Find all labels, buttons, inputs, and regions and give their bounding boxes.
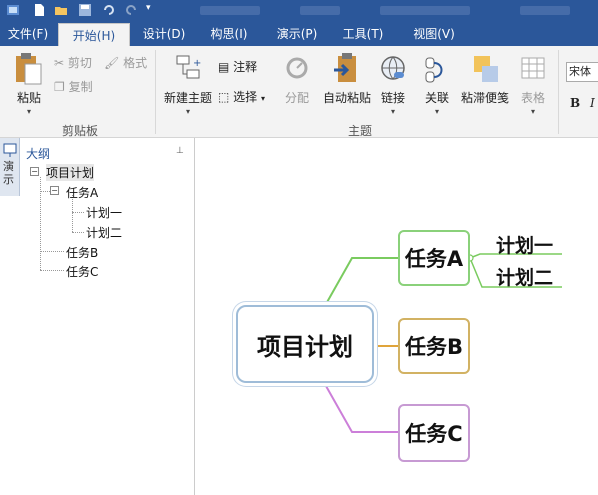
tab-tools[interactable]: 工具(T) bbox=[334, 22, 392, 46]
collapse-toggle-icon[interactable]: − bbox=[50, 186, 59, 195]
table-dropdown-icon[interactable]: ▾ bbox=[514, 108, 552, 116]
select-button[interactable]: ⬚ 选择 ▾ bbox=[218, 88, 265, 105]
title-blur bbox=[380, 6, 470, 15]
sticky-note-icon bbox=[474, 56, 498, 82]
table-icon bbox=[521, 57, 545, 79]
subtopic-plan-2[interactable]: 计划二 bbox=[496, 263, 553, 290]
auto-paste-icon bbox=[334, 53, 356, 82]
svg-text:+: + bbox=[193, 58, 201, 69]
topic-group-label: 主题 bbox=[347, 124, 372, 138]
auto-paste-label: 自动粘贴 bbox=[322, 91, 371, 105]
table-label: 表格 bbox=[520, 91, 545, 105]
paste-icon bbox=[16, 53, 42, 85]
copy-button[interactable]: ❐ 复制 bbox=[54, 78, 93, 95]
tree-node-plan-2[interactable]: 计划二 bbox=[86, 224, 122, 241]
note-icon: ▤ bbox=[218, 60, 230, 74]
presentation-vertical-tab[interactable]: 演示 bbox=[0, 138, 20, 196]
ribbon-tab-bar: 文件(F) 开始(H) 设计(D) 构思(I) 演示(P) 工具(T) 视图(V… bbox=[0, 22, 598, 46]
relation-label: 关联 bbox=[424, 91, 449, 105]
paste-button[interactable]: 粘贴 ▾ bbox=[10, 52, 48, 116]
quick-access-dropdown-icon[interactable]: ▾ bbox=[146, 3, 151, 13]
tree-line bbox=[72, 212, 84, 213]
format-label: 格式 bbox=[123, 56, 148, 70]
tree-line bbox=[40, 251, 64, 252]
outline-title: 大纲 bbox=[26, 147, 51, 161]
font-name-select[interactable]: 宋体 bbox=[566, 62, 598, 82]
tree-line bbox=[40, 270, 64, 271]
main-topic-a[interactable]: 任务A bbox=[398, 230, 470, 286]
tab-home[interactable]: 开始(H) bbox=[58, 23, 130, 46]
undo-icon[interactable] bbox=[102, 3, 116, 17]
redo-icon[interactable] bbox=[124, 3, 138, 17]
copy-icon: ❐ bbox=[54, 80, 65, 94]
tree-node-task-b[interactable]: 任务B bbox=[66, 244, 98, 261]
select-label: 选择 bbox=[233, 90, 258, 104]
title-bar: ▾ bbox=[0, 0, 598, 22]
note-button[interactable]: ▤ 注释 bbox=[218, 58, 257, 75]
tab-view[interactable]: 视图(V) bbox=[404, 22, 464, 46]
tree-node-root[interactable]: 项目计划 bbox=[46, 164, 95, 181]
link-dropdown-icon[interactable]: ▾ bbox=[376, 108, 410, 116]
tree-node-task-a[interactable]: 任务A bbox=[66, 184, 98, 201]
pin-icon[interactable]: ⊥ bbox=[176, 146, 184, 156]
app-logo-icon bbox=[7, 5, 19, 15]
select-dropdown-icon[interactable]: ▾ bbox=[261, 94, 265, 103]
new-topic-button[interactable]: + 新建主题 ▾ bbox=[162, 52, 214, 116]
relation-icon bbox=[425, 57, 443, 83]
open-folder-icon[interactable] bbox=[54, 3, 68, 17]
format-painter-button[interactable]: 🖌 格式 bbox=[104, 54, 147, 71]
tree-line bbox=[40, 191, 50, 192]
italic-button[interactable]: I bbox=[590, 96, 595, 110]
split-button[interactable]: 分配 bbox=[280, 52, 314, 106]
cut-label: 剪切 bbox=[67, 56, 92, 70]
select-icon: ⬚ bbox=[218, 90, 230, 104]
tab-present[interactable]: 演示(P) bbox=[266, 22, 328, 46]
split-icon bbox=[286, 57, 308, 79]
sticky-note-label: 粘滞便笺 bbox=[460, 91, 509, 105]
title-blur bbox=[300, 6, 340, 15]
tab-structure[interactable]: 构思(I) bbox=[200, 22, 258, 46]
table-button[interactable]: 表格 ▾ bbox=[514, 52, 552, 116]
title-blur bbox=[520, 6, 570, 15]
new-topic-dropdown-icon[interactable]: ▾ bbox=[162, 108, 214, 116]
tree-node-plan-1[interactable]: 计划一 bbox=[86, 204, 122, 221]
tab-file[interactable]: 文件(F) bbox=[0, 22, 56, 46]
auto-paste-button[interactable]: 自动粘贴 bbox=[320, 52, 374, 106]
ribbon: 粘贴 ▾ ✂ 剪切 🖌 格式 ❐ 复制 剪贴板 + 新建主题 ▾ ▤ 注释 ⬚ … bbox=[0, 46, 598, 138]
scissors-icon: ✂ bbox=[54, 56, 65, 70]
main-topic-b[interactable]: 任务B bbox=[398, 318, 470, 374]
title-blur bbox=[200, 6, 260, 15]
cut-button[interactable]: ✂ 剪切 bbox=[54, 54, 92, 71]
sticky-note-button[interactable]: 粘滞便笺 bbox=[458, 52, 512, 106]
globe-link-icon bbox=[381, 56, 405, 80]
brush-icon: 🖌 bbox=[104, 56, 120, 70]
paste-label: 粘贴 bbox=[16, 91, 41, 105]
subtopic-plan-1[interactable]: 计划一 bbox=[496, 231, 553, 258]
link-button[interactable]: 链接 ▾ bbox=[376, 52, 410, 116]
tab-design[interactable]: 设计(D) bbox=[134, 22, 194, 46]
split-label: 分配 bbox=[284, 91, 309, 105]
new-topic-label: 新建主题 bbox=[163, 91, 212, 105]
group-separator bbox=[155, 50, 156, 134]
tree-line bbox=[72, 232, 84, 233]
new-file-icon[interactable] bbox=[32, 3, 46, 17]
save-icon[interactable] bbox=[78, 3, 92, 17]
paste-dropdown-icon[interactable]: ▾ bbox=[10, 108, 48, 116]
relation-button[interactable]: 关联 ▾ bbox=[420, 52, 454, 116]
collapse-toggle-icon[interactable]: − bbox=[30, 167, 39, 176]
link-label: 链接 bbox=[380, 91, 405, 105]
outline-panel: 演示 大纲 ⊥ − 项目计划 − 任务A 计划一 计划二 任务B 任务C bbox=[0, 138, 195, 495]
new-topic-icon: + bbox=[176, 55, 201, 79]
relation-dropdown-icon[interactable]: ▾ bbox=[420, 108, 454, 116]
bold-button[interactable]: B bbox=[570, 96, 580, 110]
note-label: 注释 bbox=[233, 60, 258, 74]
main-topic-c[interactable]: 任务C bbox=[398, 404, 470, 462]
central-topic[interactable]: 项目计划 bbox=[236, 305, 374, 383]
clipboard-group-label: 剪贴板 bbox=[61, 124, 98, 138]
group-separator bbox=[558, 50, 559, 134]
presentation-icon bbox=[3, 143, 17, 157]
vertical-tab-label: 演示 bbox=[3, 160, 14, 186]
tree-node-task-c[interactable]: 任务C bbox=[66, 263, 98, 280]
copy-label: 复制 bbox=[68, 80, 93, 94]
